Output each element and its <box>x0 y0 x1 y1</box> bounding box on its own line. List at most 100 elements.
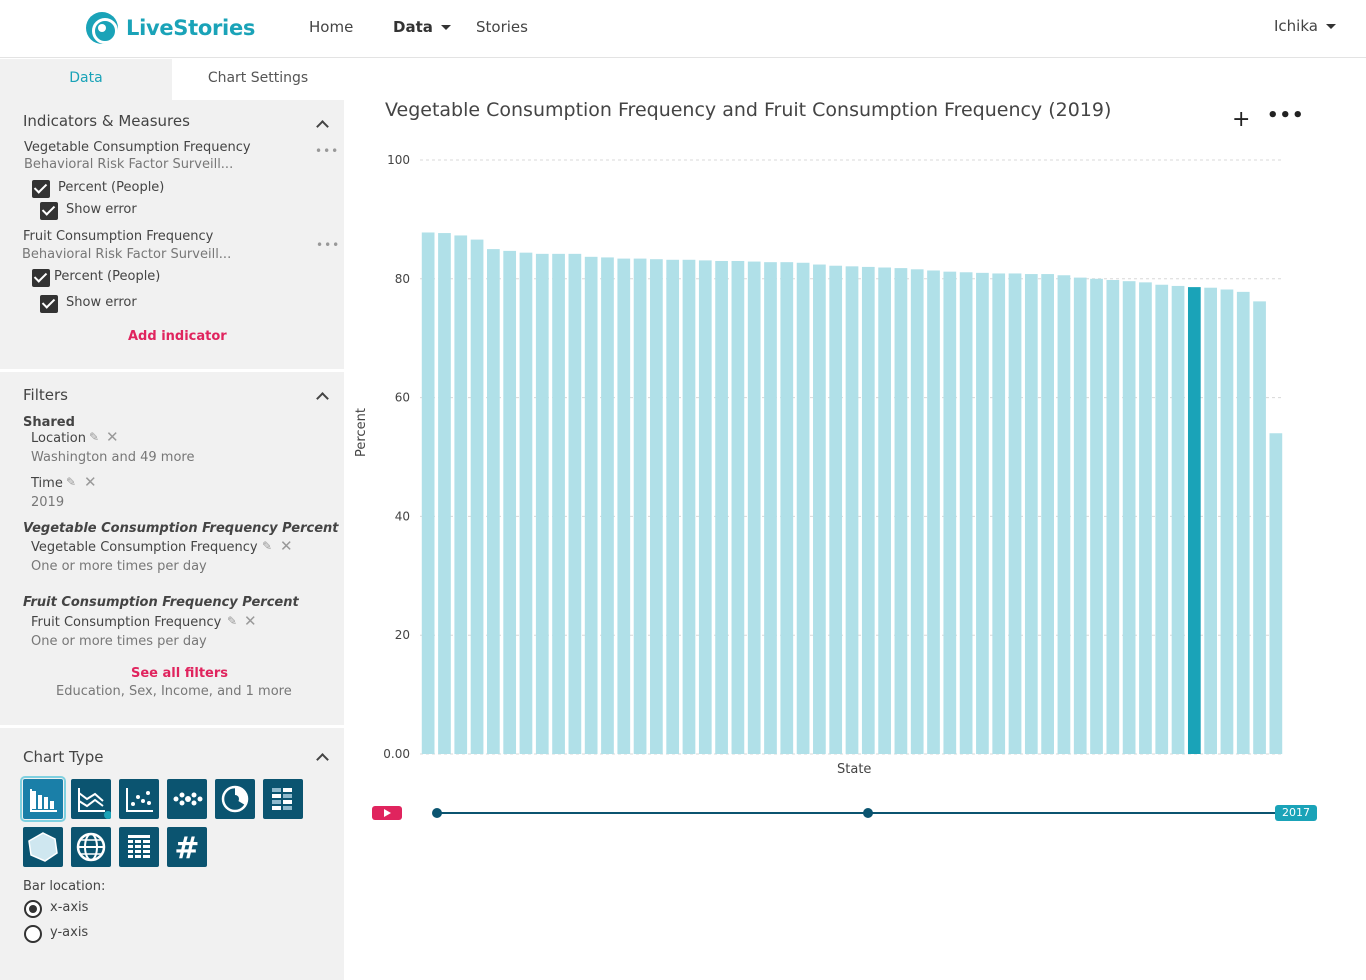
bar[interactable] <box>1139 282 1152 754</box>
scatter-chart-icon[interactable] <box>119 779 159 819</box>
timeline-handle-start[interactable] <box>432 808 442 818</box>
bar[interactable] <box>813 264 826 754</box>
radio-y-axis[interactable] <box>24 925 42 943</box>
bar[interactable] <box>519 252 533 754</box>
close-icon[interactable]: ✕ <box>84 473 97 491</box>
bar[interactable] <box>910 269 924 754</box>
measure-checkbox[interactable] <box>32 180 50 198</box>
bar[interactable] <box>878 267 891 754</box>
play-button[interactable] <box>372 806 402 820</box>
bar[interactable] <box>650 259 663 754</box>
bar[interactable] <box>1204 287 1217 754</box>
edit-icon[interactable]: ✎ <box>227 614 237 628</box>
bar[interactable] <box>764 262 777 754</box>
bar[interactable] <box>682 259 696 754</box>
bar[interactable] <box>487 249 500 754</box>
nav-stories[interactable]: Stories <box>476 18 528 36</box>
bar[interactable] <box>1171 285 1185 754</box>
bar[interactable] <box>715 260 728 754</box>
collapse-icon[interactable] <box>316 120 329 133</box>
bar[interactable] <box>976 272 989 754</box>
more-options-icon[interactable]: ••• <box>316 238 340 252</box>
bar[interactable] <box>747 261 761 754</box>
bar[interactable] <box>731 260 745 754</box>
heatmap-icon[interactable] <box>263 779 303 819</box>
bar[interactable] <box>535 253 549 754</box>
line-chart-icon[interactable] <box>71 779 111 819</box>
bar-chart-icon[interactable] <box>20 776 66 822</box>
bar[interactable] <box>601 257 614 754</box>
bar[interactable] <box>552 253 565 754</box>
radio-label: y-axis <box>50 925 89 940</box>
bar[interactable] <box>861 266 875 754</box>
close-icon[interactable]: ✕ <box>280 537 293 555</box>
number-icon[interactable]: # <box>167 827 207 867</box>
collapse-icon[interactable] <box>316 753 329 766</box>
close-icon[interactable]: ✕ <box>106 428 119 446</box>
bar[interactable] <box>845 266 859 754</box>
y-tick-label: 0.00 <box>383 747 410 761</box>
tab-chart-settings[interactable]: Chart Settings <box>172 59 344 100</box>
bar[interactable] <box>568 253 582 754</box>
bar[interactable] <box>421 232 435 755</box>
bar[interactable] <box>454 235 468 754</box>
timeline-handle-mid[interactable] <box>863 808 873 818</box>
bar[interactable] <box>503 250 517 754</box>
bar[interactable] <box>992 273 1006 754</box>
livestories-logo[interactable]: LiveStories <box>86 12 255 44</box>
bar[interactable] <box>796 262 810 754</box>
edit-icon[interactable]: ✎ <box>66 475 76 489</box>
filter-group-title: Vegetable Consumption Frequency Percent <box>23 521 339 536</box>
bar[interactable] <box>438 233 451 754</box>
timeline-track[interactable] <box>437 812 1277 814</box>
radar-chart-icon[interactable] <box>23 827 63 867</box>
bar[interactable] <box>584 256 598 754</box>
measure-checkbox[interactable] <box>32 269 50 287</box>
bar[interactable] <box>1220 289 1234 754</box>
bar[interactable] <box>1155 284 1169 754</box>
bar[interactable] <box>1057 275 1071 754</box>
bar[interactable] <box>1024 274 1038 754</box>
bar[interactable] <box>1269 433 1283 754</box>
bar[interactable] <box>1090 278 1103 754</box>
bar[interactable] <box>470 239 484 755</box>
collapse-icon[interactable] <box>316 392 329 405</box>
bar[interactable] <box>1008 273 1022 754</box>
edit-icon[interactable]: ✎ <box>262 539 272 553</box>
bar[interactable] <box>1253 301 1266 754</box>
bar[interactable] <box>829 265 843 754</box>
bar[interactable] <box>1187 287 1201 754</box>
radio-x-axis[interactable] <box>24 900 42 918</box>
bar[interactable] <box>617 258 631 754</box>
bubble-chart-icon[interactable] <box>167 779 207 819</box>
see-all-filters-link[interactable]: See all filters <box>131 666 228 681</box>
user-menu[interactable]: Ichika <box>1274 17 1336 35</box>
bar[interactable] <box>666 259 680 754</box>
bar[interactable] <box>633 258 647 754</box>
more-options-icon[interactable]: ••• <box>315 144 339 158</box>
close-icon[interactable]: ✕ <box>244 612 257 630</box>
nav-home[interactable]: Home <box>309 18 353 36</box>
edit-icon[interactable]: ✎ <box>89 430 99 444</box>
bar[interactable] <box>1106 279 1120 754</box>
bar[interactable] <box>943 271 957 754</box>
add-indicator-link[interactable]: Add indicator <box>128 329 227 344</box>
bar[interactable] <box>1122 281 1136 754</box>
show-error-checkbox[interactable] <box>40 202 58 220</box>
bar[interactable] <box>1041 274 1054 754</box>
bar[interactable] <box>1236 291 1250 754</box>
nav-data[interactable]: Data <box>393 18 451 36</box>
table-icon[interactable] <box>119 827 159 867</box>
tab-data[interactable]: Data <box>0 59 172 100</box>
pie-chart-icon[interactable] <box>215 779 255 819</box>
timeline-year-badge[interactable]: 2017 <box>1275 805 1317 821</box>
sidebar-tabs: Data Chart Settings <box>0 59 344 100</box>
bar[interactable] <box>959 272 973 754</box>
map-globe-icon[interactable] <box>71 827 111 867</box>
bar[interactable] <box>1073 277 1087 754</box>
bar[interactable] <box>927 270 940 754</box>
show-error-checkbox[interactable] <box>40 295 58 313</box>
bar[interactable] <box>894 268 908 754</box>
bar[interactable] <box>698 260 712 754</box>
bar[interactable] <box>780 262 794 754</box>
